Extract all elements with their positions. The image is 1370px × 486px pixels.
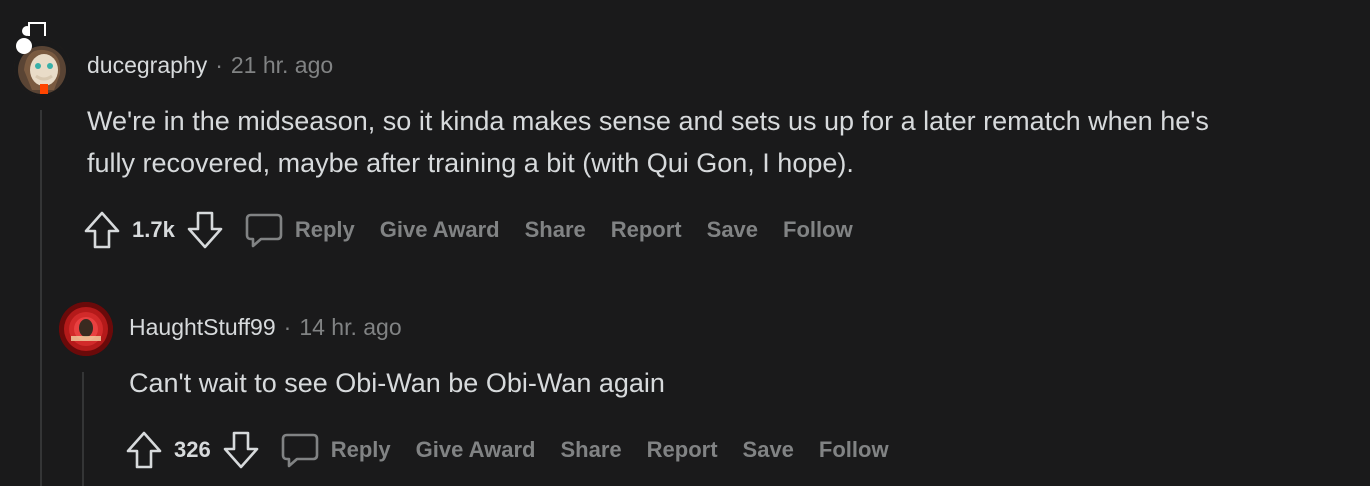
comment-actions: 326 Reply Give Award Share Report Save F… (124, 428, 914, 472)
vote-score: 326 (174, 437, 211, 462)
avatar[interactable] (59, 302, 113, 356)
avatar-image (59, 302, 113, 356)
comment-line: fully recovered, maybe after training a … (87, 148, 854, 178)
share-button[interactable]: Share (525, 217, 586, 243)
follow-button[interactable]: Follow (783, 217, 853, 243)
comment-meta: ducegraphy · 21 hr. ago (87, 52, 333, 79)
downvote-icon[interactable] (221, 428, 261, 472)
follow-button[interactable]: Follow (819, 437, 889, 463)
upvote-icon[interactable] (82, 208, 122, 252)
separator: · (283, 314, 292, 340)
reply-label: Reply (330, 437, 391, 462)
thread-line-2[interactable] (82, 372, 84, 486)
reply-button[interactable]: Reply (281, 431, 391, 469)
give-award-button[interactable]: Give Award (380, 217, 500, 243)
report-button[interactable]: Report (611, 217, 682, 243)
avatar-bubble (16, 38, 32, 54)
comment-body: Can't wait to see Obi-Wan be Obi-Wan aga… (129, 362, 1329, 404)
comment-actions: 1.7k Reply Give Award Share Report Save … (82, 208, 878, 252)
comment-line: We're in the midseason, so it kinda make… (87, 106, 1209, 136)
share-button[interactable]: Share (560, 437, 621, 463)
reply-button[interactable]: Reply (245, 211, 355, 249)
comment-meta: HaughtStuff99 · 14 hr. ago (129, 314, 402, 341)
timestamp[interactable]: 14 hr. ago (299, 314, 401, 341)
timestamp[interactable]: 21 hr. ago (231, 52, 333, 79)
save-button[interactable]: Save (707, 217, 758, 243)
thread-line-1[interactable] (40, 110, 42, 486)
author-link[interactable]: HaughtStuff99 (129, 314, 276, 341)
separator: · (215, 52, 223, 78)
comment-icon (281, 431, 319, 469)
vote-score: 1.7k (132, 217, 175, 242)
upvote-icon[interactable] (124, 428, 164, 472)
save-button[interactable]: Save (743, 437, 794, 463)
downvote-icon[interactable] (185, 208, 225, 252)
comment-body: We're in the midseason, so it kinda make… (87, 100, 1337, 184)
reply-label: Reply (294, 217, 355, 242)
comment-line: Can't wait to see Obi-Wan be Obi-Wan aga… (129, 368, 665, 398)
author-link[interactable]: ducegraphy (87, 52, 207, 79)
comment-icon (245, 211, 283, 249)
give-award-button[interactable]: Give Award (416, 437, 536, 463)
report-button[interactable]: Report (647, 437, 718, 463)
avatar-hat (28, 22, 46, 36)
